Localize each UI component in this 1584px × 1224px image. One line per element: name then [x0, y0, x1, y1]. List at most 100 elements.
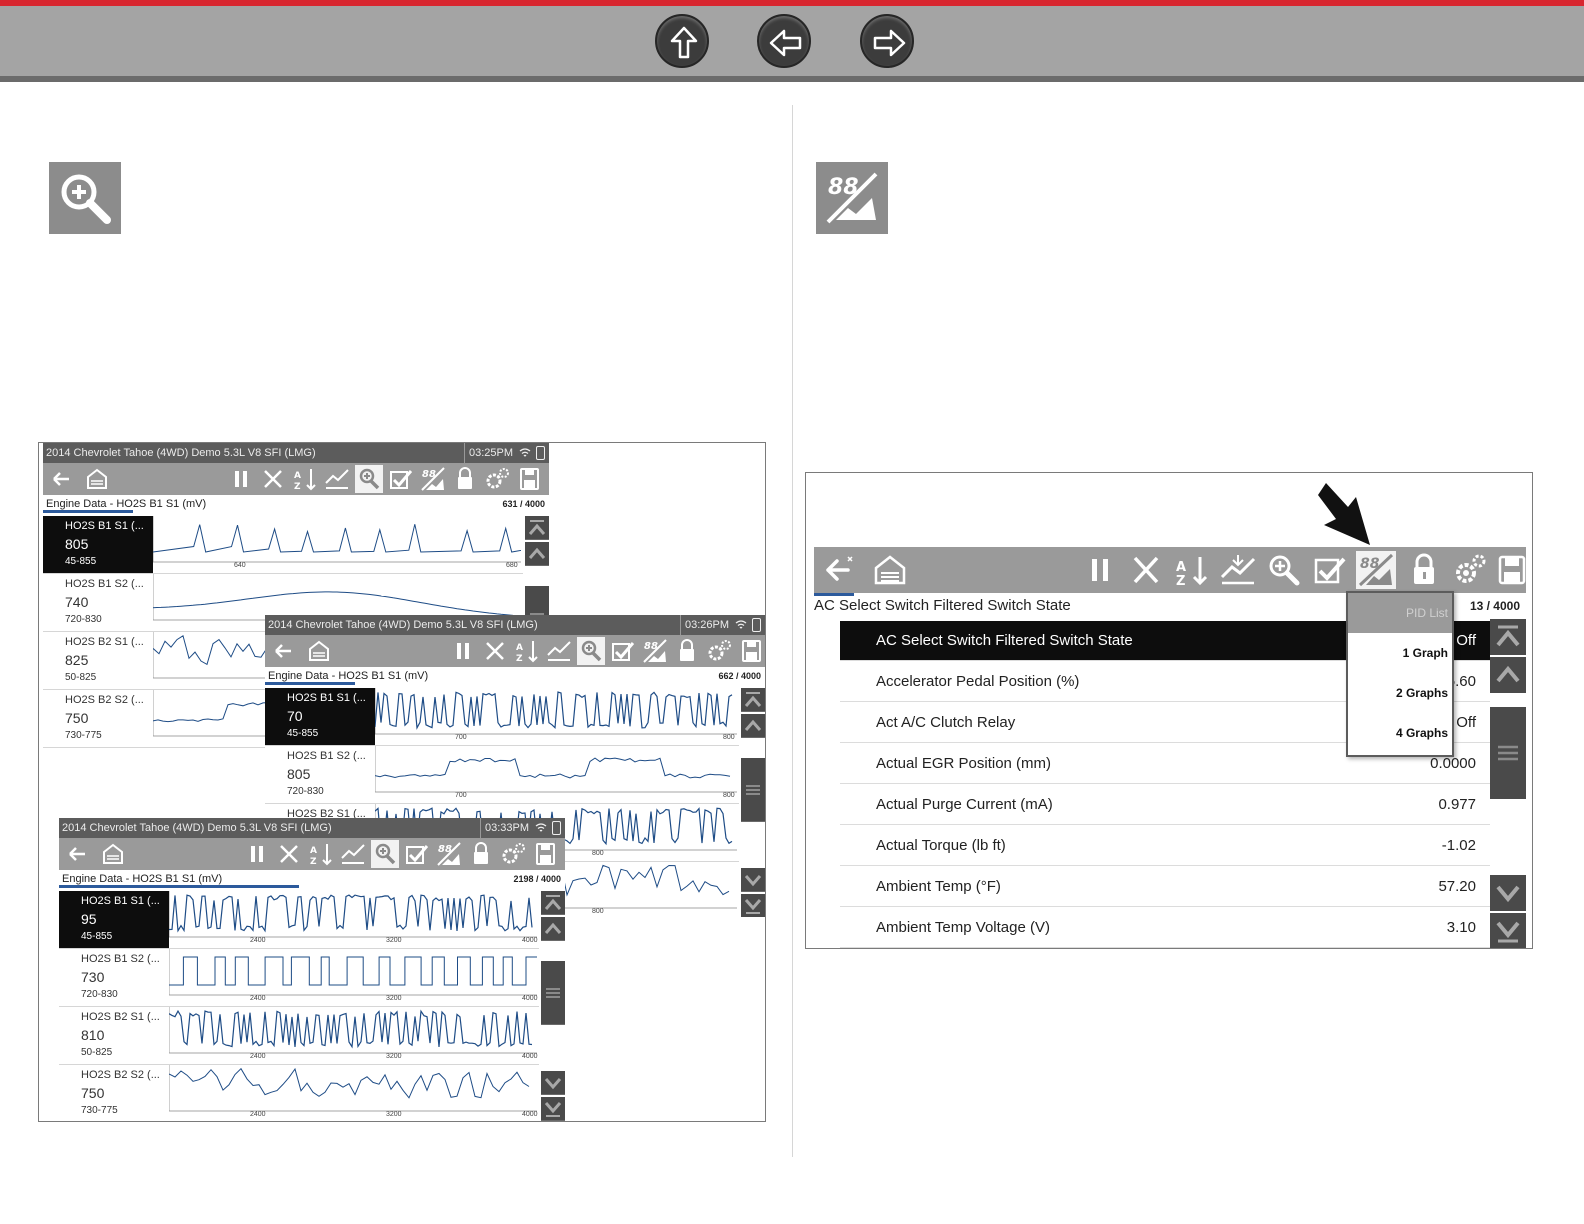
scroll-top-button[interactable]	[541, 891, 565, 915]
scroll-up-button[interactable]	[541, 917, 565, 941]
lock-icon[interactable]	[467, 840, 495, 868]
scroll-up-button[interactable]	[1490, 657, 1526, 693]
home-icon[interactable]	[99, 840, 127, 868]
back-icon[interactable]	[818, 551, 858, 589]
pid-label[interactable]: HO2S B2 S2 (... 750 730-775	[59, 1065, 169, 1121]
settings-icon[interactable]	[705, 637, 733, 665]
zoom-icon[interactable]	[355, 465, 383, 493]
clear-icon[interactable]	[1126, 551, 1166, 589]
pid-row[interactable]: Actual Purge Current (mA) 0.977	[840, 785, 1490, 825]
lock-icon[interactable]	[1404, 551, 1444, 589]
select-pid-icon[interactable]	[403, 840, 431, 868]
min-max-icon[interactable]	[323, 465, 351, 493]
pid-label[interactable]: HO2S B2 S1 (... 825 50-825	[43, 632, 153, 689]
pid-label[interactable]: HO2S B1 S2 (... 740 720-830	[43, 574, 153, 631]
pid-label[interactable]: HO2S B1 S1 (... 95 45-855	[59, 891, 169, 948]
scroll-up-button[interactable]	[525, 542, 549, 566]
settings-icon[interactable]	[483, 465, 511, 493]
scroll-up-button[interactable]	[741, 714, 765, 738]
scroll-top-button[interactable]	[1490, 619, 1526, 655]
scroll-thumb[interactable]	[1490, 707, 1526, 799]
up-arrow-button[interactable]	[655, 14, 709, 68]
dropdown-option[interactable]: 2 Graphs	[1348, 673, 1452, 713]
graph-view-icon[interactable]: 88	[419, 465, 447, 493]
graph-view-icon[interactable]: 88	[435, 840, 463, 868]
pid-label[interactable]: HO2S B1 S1 (... 70 45-855	[265, 688, 375, 745]
forward-arrow-button[interactable]	[860, 14, 914, 68]
x-tick-label: 4000	[522, 1111, 538, 1118]
clear-icon[interactable]	[275, 840, 303, 868]
pid-value: 810	[81, 1027, 105, 1043]
scroll-bottom-button[interactable]	[1490, 913, 1526, 948]
lock-icon[interactable]	[673, 637, 701, 665]
graph-row[interactable]: HO2S B1 S1 (... 805 45-855 640 680	[43, 516, 523, 574]
data-header-title: Engine Data - HO2S B1 S1 (mV)	[268, 670, 429, 682]
pid-label[interactable]: HO2S B1 S2 (... 730 720-830	[59, 949, 169, 1006]
graph-row[interactable]: HO2S B2 S2 (... 750 730-775 2400 3200 4000	[59, 1065, 539, 1121]
zoom-icon[interactable]	[371, 840, 399, 868]
clear-icon[interactable]	[481, 637, 509, 665]
graph-view-icon[interactable]: 88	[641, 637, 669, 665]
pause-icon[interactable]	[243, 840, 271, 868]
pid-row[interactable]: Ambient Temp Voltage (V) 3.10	[840, 908, 1490, 948]
home-icon[interactable]	[870, 551, 910, 589]
scroll-down-button[interactable]	[741, 868, 765, 892]
zoom-icon[interactable]	[577, 637, 605, 665]
min-max-icon[interactable]	[339, 840, 367, 868]
graph-row[interactable]: HO2S B2 S1 (... 810 50-825 2400 3200 4000	[59, 1007, 539, 1065]
graph-row[interactable]: HO2S B1 S1 (... 70 45-855 700 800	[265, 688, 739, 746]
scroll-down-button[interactable]	[541, 1071, 565, 1095]
graph-scrollbar[interactable]	[541, 891, 565, 1121]
pid-label[interactable]: HO2S B2 S1 (... 810 50-825	[59, 1007, 169, 1064]
back-icon[interactable]	[63, 840, 91, 868]
select-pid-icon[interactable]	[387, 465, 415, 493]
back-arrow-button[interactable]	[757, 14, 811, 68]
home-icon[interactable]	[83, 465, 111, 493]
graph-row[interactable]: HO2S B1 S2 (... 730 720-830 2400 3200 4000	[59, 949, 539, 1007]
min-max-icon[interactable]	[1218, 551, 1258, 589]
scroll-down-button[interactable]	[1490, 875, 1526, 911]
scroll-bottom-button[interactable]	[541, 1097, 565, 1121]
pid-row[interactable]: Actual Torque (lb ft) -1.02	[840, 826, 1490, 866]
pid-scrollbar[interactable]	[1490, 619, 1526, 948]
sort-icon[interactable]: AZ	[307, 840, 335, 868]
sort-icon[interactable]: AZ	[513, 637, 541, 665]
scroll-thumb[interactable]	[541, 961, 565, 1025]
back-icon[interactable]	[47, 465, 75, 493]
dropdown-option[interactable]: 1 Graph	[1348, 633, 1452, 673]
clear-icon[interactable]	[259, 465, 287, 493]
save-icon[interactable]	[1492, 551, 1532, 589]
save-icon[interactable]	[515, 465, 543, 493]
pause-icon[interactable]	[449, 637, 477, 665]
back-icon[interactable]	[269, 637, 297, 665]
dropdown-option[interactable]: PID List	[1348, 593, 1452, 633]
min-max-icon[interactable]	[545, 637, 573, 665]
graph-row[interactable]: HO2S B1 S1 (... 95 45-855 2400 3200 4000	[59, 891, 539, 949]
sort-icon[interactable]: AZ	[1172, 551, 1212, 589]
select-pid-icon[interactable]	[609, 637, 637, 665]
scroll-bottom-button[interactable]	[741, 894, 765, 917]
graph-view-icon[interactable]: 88	[1356, 551, 1396, 589]
zoom-icon[interactable]	[1264, 551, 1304, 589]
pid-row[interactable]: Ambient Temp (°F) 57.20	[840, 867, 1490, 907]
pid-label[interactable]: HO2S B1 S1 (... 805 45-855	[43, 516, 153, 573]
dropdown-option[interactable]: 4 Graphs	[1348, 713, 1452, 753]
graph-row[interactable]: HO2S B1 S2 (... 805 720-830 700 800	[265, 746, 739, 804]
graph-scrollbar[interactable]	[741, 688, 765, 917]
scroll-thumb[interactable]	[741, 758, 765, 822]
save-icon[interactable]	[737, 637, 765, 665]
save-icon[interactable]	[531, 840, 559, 868]
pid-label[interactable]: HO2S B1 S2 (... 805 720-830	[265, 746, 375, 803]
scroll-top-button[interactable]	[741, 688, 765, 712]
settings-icon[interactable]	[1450, 551, 1490, 589]
pid-label[interactable]: HO2S B2 S2 (... 750 730-775	[43, 690, 153, 747]
settings-icon[interactable]	[499, 840, 527, 868]
x-tick-label: 800	[723, 734, 735, 741]
pause-icon[interactable]	[227, 465, 255, 493]
home-icon[interactable]	[305, 637, 333, 665]
pause-icon[interactable]	[1080, 551, 1120, 589]
scroll-top-button[interactable]	[525, 516, 549, 540]
select-pid-icon[interactable]	[1310, 551, 1350, 589]
sort-icon[interactable]: AZ	[291, 465, 319, 493]
lock-icon[interactable]	[451, 465, 479, 493]
